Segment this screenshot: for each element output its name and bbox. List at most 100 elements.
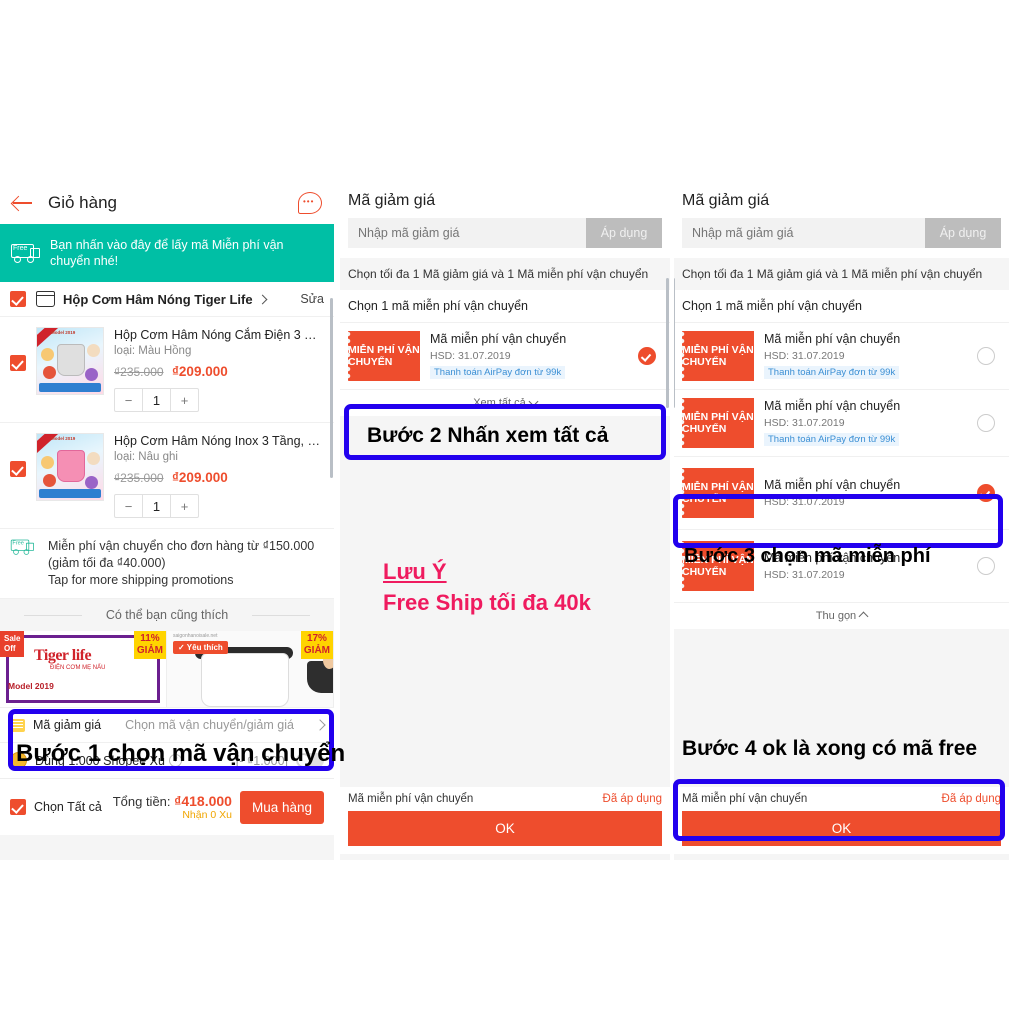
shipping-promo-line3[interactable]: Tap for more shipping promotions bbox=[48, 572, 314, 589]
voucher-radio[interactable] bbox=[977, 557, 995, 575]
also-like-title: Có thể bạn cũng thích bbox=[0, 599, 334, 631]
collapse-vouchers-button[interactable]: Thu gọn bbox=[674, 603, 1009, 629]
ok-button[interactable]: OK bbox=[348, 811, 662, 846]
total-row: Tổng tiền: ₫418.000 bbox=[113, 793, 232, 809]
free-shipping-banner[interactable]: Free Bạn nhấn vào đây để lấy mã Miễn phí… bbox=[0, 224, 334, 282]
voucher-radio[interactable] bbox=[977, 347, 995, 365]
select-all-label[interactable]: Chọn Tất cả bbox=[34, 800, 102, 814]
scrollbar[interactable] bbox=[674, 278, 675, 408]
quantity-increase-button[interactable]: + bbox=[171, 495, 198, 517]
item-price-original: ₫235.000 bbox=[114, 365, 164, 379]
shop-section: Hộp Cơm Hâm Nóng Tiger Life Sửa Model 20… bbox=[0, 282, 334, 599]
buy-button[interactable]: Mua hàng bbox=[239, 790, 324, 824]
voucher-section-header: Chọn 1 mã miễn phí vận chuyển bbox=[674, 290, 1009, 323]
quantity-increase-button[interactable]: + bbox=[171, 389, 198, 411]
discount-badge: 11% GIẢM bbox=[133, 631, 166, 659]
note-body: Free Ship tối đa 40k bbox=[383, 590, 591, 615]
item-price: ₫235.000 ₫209.000 bbox=[114, 469, 324, 487]
voucher-airpay-condition: Thanh toán AirPay đơn từ 99k bbox=[764, 366, 900, 379]
total-label: Tổng tiền: bbox=[112, 794, 171, 809]
item-checkbox[interactable] bbox=[10, 355, 26, 371]
free-shipping-tag: MIỄN PHÍ VẬN CHUYỂN bbox=[682, 468, 754, 518]
page-title: Giỏ hàng bbox=[48, 193, 117, 212]
quantity-stepper[interactable]: − 1 + bbox=[114, 388, 199, 412]
voucher-limit-note: Chọn tối đa 1 Mã giảm giá và 1 Mã miễn p… bbox=[674, 258, 1009, 290]
cart-voucher-label: Mã giảm giá bbox=[33, 718, 102, 732]
quantity-decrease-button[interactable]: − bbox=[115, 495, 142, 517]
voucher-code-input[interactable] bbox=[682, 218, 925, 248]
item-checkbox[interactable] bbox=[10, 461, 26, 477]
voucher-radio[interactable] bbox=[977, 414, 995, 432]
chevron-up-icon bbox=[858, 611, 869, 622]
voucher-name: Mã miễn phí vận chuyển bbox=[430, 332, 567, 346]
voucher-list-item[interactable]: MIỄN PHÍ VẬN CHUYỂN Mã miễn phí vận chuy… bbox=[340, 323, 670, 390]
voucher-airpay-condition: Thanh toán AirPay đơn từ 99k bbox=[430, 366, 566, 379]
edit-shop-button[interactable]: Sửa bbox=[300, 292, 324, 306]
item-variant[interactable]: loại: Màu Hồng bbox=[114, 345, 324, 357]
shipping-promotion-row[interactable]: Free Miễn phí vận chuyển cho đơn hàng từ… bbox=[0, 529, 334, 599]
voucher-footer: Mã miễn phí vận chuyển Đã áp dụng OK bbox=[340, 787, 670, 854]
voucher-list-item[interactable]: MIỄN PHÍ VẬN CHUYỂN Mã miễn phí vận chuy… bbox=[674, 323, 1009, 390]
voucher-input-row: Áp dụng bbox=[340, 218, 670, 258]
quantity-value[interactable]: 1 bbox=[142, 389, 171, 411]
see-all-vouchers-button[interactable]: Xem tất cả bbox=[340, 390, 670, 416]
voucher-radio-selected[interactable] bbox=[977, 484, 995, 502]
applied-voucher-label: Mã miễn phí vận chuyển bbox=[682, 793, 808, 805]
select-all-checkbox[interactable] bbox=[10, 799, 26, 815]
ok-button[interactable]: OK bbox=[682, 811, 1001, 846]
back-arrow-icon[interactable] bbox=[12, 192, 34, 214]
voucher-ticket-icon bbox=[10, 718, 25, 732]
quantity-stepper[interactable]: − 1 + bbox=[114, 494, 199, 518]
note-title: Lưu Ý bbox=[383, 559, 447, 584]
favorite-badge: ✓ Yêu thích bbox=[173, 641, 228, 654]
voucher-info: Mã miễn phí vận chuyển HSD: 31.07.2019 T… bbox=[430, 332, 638, 380]
shop-icon bbox=[35, 291, 55, 307]
voucher-footer-summary: Mã miễn phí vận chuyển Đã áp dụng bbox=[348, 793, 662, 805]
voucher-info: Mã miễn phí vận chuyển HSD: 31.07.2019 T… bbox=[764, 332, 977, 380]
cart-item: Model 2019 Hộp Cơm Hâm Nóng Cắm Điện 3 T… bbox=[0, 317, 334, 423]
voucher-radio-selected[interactable] bbox=[638, 347, 656, 365]
item-title: Hộp Cơm Hâm Nóng Cắm Điện 3 Tần... bbox=[114, 328, 324, 342]
quantity-value[interactable]: 1 bbox=[142, 495, 171, 517]
voucher-section-header: Chọn 1 mã miễn phí vận chuyển bbox=[340, 290, 670, 323]
voucher-expiry: HSD: 31.07.2019 bbox=[430, 350, 511, 362]
product-thumbnail[interactable]: Model 2019 bbox=[36, 433, 104, 501]
total-amount: ₫418.000 bbox=[174, 793, 232, 809]
applied-status: Đã áp dụng bbox=[602, 793, 662, 805]
shop-checkbox[interactable] bbox=[10, 291, 26, 307]
shop-row[interactable]: Hộp Cơm Hâm Nóng Tiger Life Sửa bbox=[0, 282, 334, 317]
voucher-page-title: Mã giảm giá bbox=[340, 182, 670, 218]
recommendation-strip: Tiger life ĐIỆN CƠM MẸ NẤU Model 2019 Sa… bbox=[0, 631, 334, 707]
see-all-label: Xem tất cả bbox=[473, 397, 526, 409]
product-thumbnail[interactable]: Model 2019 bbox=[36, 327, 104, 395]
annotation-step2-text: Bước 2 Nhấn xem tất cả bbox=[367, 424, 609, 447]
voucher-list-item[interactable]: MIỄN PHÍ VẬN CHUYỂN Mã miễn phí vận chuy… bbox=[674, 390, 1009, 457]
item-details: Hộp Cơm Hâm Nóng Inox 3 Tầng, Hộ... loại… bbox=[114, 433, 324, 518]
item-title: Hộp Cơm Hâm Nóng Inox 3 Tầng, Hộ... bbox=[114, 434, 324, 448]
free-shipping-banner-text: Bạn nhấn vào đây để lấy mã Miễn phí vận … bbox=[50, 238, 284, 268]
item-variant[interactable]: loại: Nâu ghi bbox=[114, 451, 324, 463]
recommendation-card[interactable]: Tiger life ĐIỆN CƠM MẸ NẤU Model 2019 Sa… bbox=[0, 631, 167, 707]
applied-status: Đã áp dụng bbox=[941, 793, 1001, 805]
cart-voucher-row[interactable]: Mã giảm giá Chọn mã vận chuyển/giảm giá bbox=[0, 707, 334, 742]
shipping-promotion-text: Miễn phí vận chuyển cho đơn hàng từ ₫150… bbox=[48, 538, 314, 589]
xu-earn-note: Nhận 0 Xu bbox=[182, 809, 232, 821]
total-block: Tổng tiền: ₫418.000 Nhận 0 Xu bbox=[113, 793, 232, 821]
chevron-right-icon bbox=[314, 719, 326, 731]
shipping-promo-line1: Miễn phí vận chuyển cho đơn hàng từ ₫150… bbox=[48, 539, 315, 553]
scrollbar[interactable] bbox=[330, 298, 333, 478]
shop-name[interactable]: Hộp Cơm Hâm Nóng Tiger Life bbox=[63, 292, 253, 307]
voucher-code-input[interactable] bbox=[348, 218, 586, 248]
voucher-expiry: HSD: 31.07.2019 bbox=[764, 569, 845, 581]
recommendation-card[interactable]: saigonhanoisale.net ✓ Yêu thích 17% GIẢM bbox=[167, 631, 334, 707]
item-price-original: ₫235.000 bbox=[114, 471, 164, 485]
chevron-down-icon bbox=[528, 396, 539, 407]
checkout-bar: Chọn Tất cả Tổng tiền: ₫418.000 Nhận 0 X… bbox=[0, 778, 334, 835]
free-shipping-tag: MIỄN PHÍ VẬN CHUYỂN bbox=[682, 398, 754, 448]
apply-voucher-button[interactable]: Áp dụng bbox=[586, 218, 662, 248]
chat-bubble-icon[interactable]: ••• bbox=[298, 192, 322, 214]
voucher-list-item[interactable]: MIỄN PHÍ VẬN CHUYỂN Mã miễn phí vận chuy… bbox=[674, 457, 1009, 530]
scrollbar[interactable] bbox=[666, 278, 669, 408]
apply-voucher-button[interactable]: Áp dụng bbox=[925, 218, 1001, 248]
quantity-decrease-button[interactable]: − bbox=[115, 389, 142, 411]
